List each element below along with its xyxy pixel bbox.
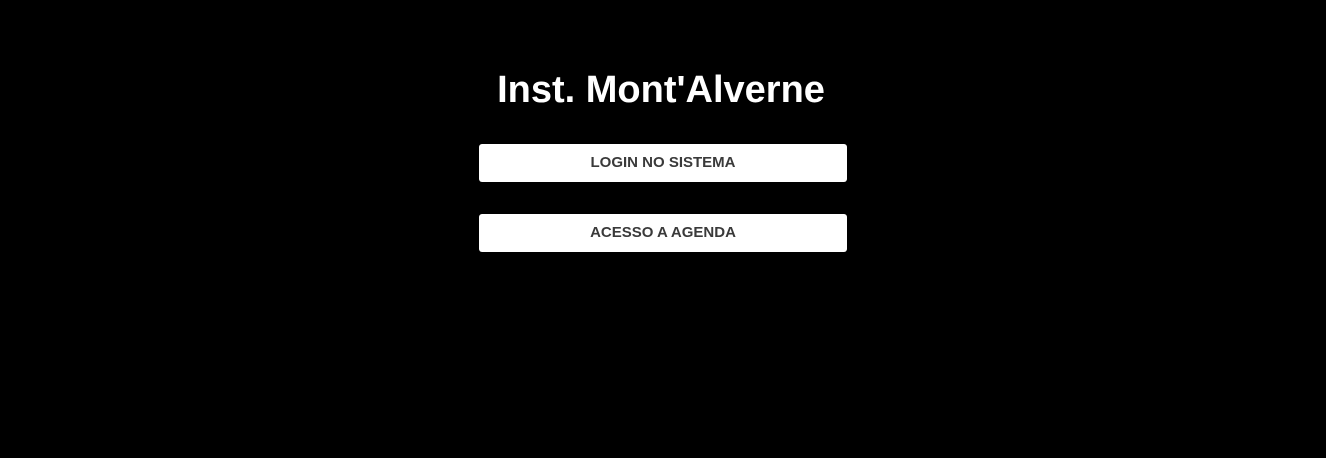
login-button[interactable]: LOGIN NO SISTEMA — [479, 144, 847, 182]
agenda-access-button[interactable]: ACESSO A AGENDA — [479, 214, 847, 252]
page-title: Inst. Mont'Alverne — [497, 69, 825, 111]
landing-page: Inst. Mont'Alverne LOGIN NO SISTEMA ACES… — [0, 0, 1326, 458]
